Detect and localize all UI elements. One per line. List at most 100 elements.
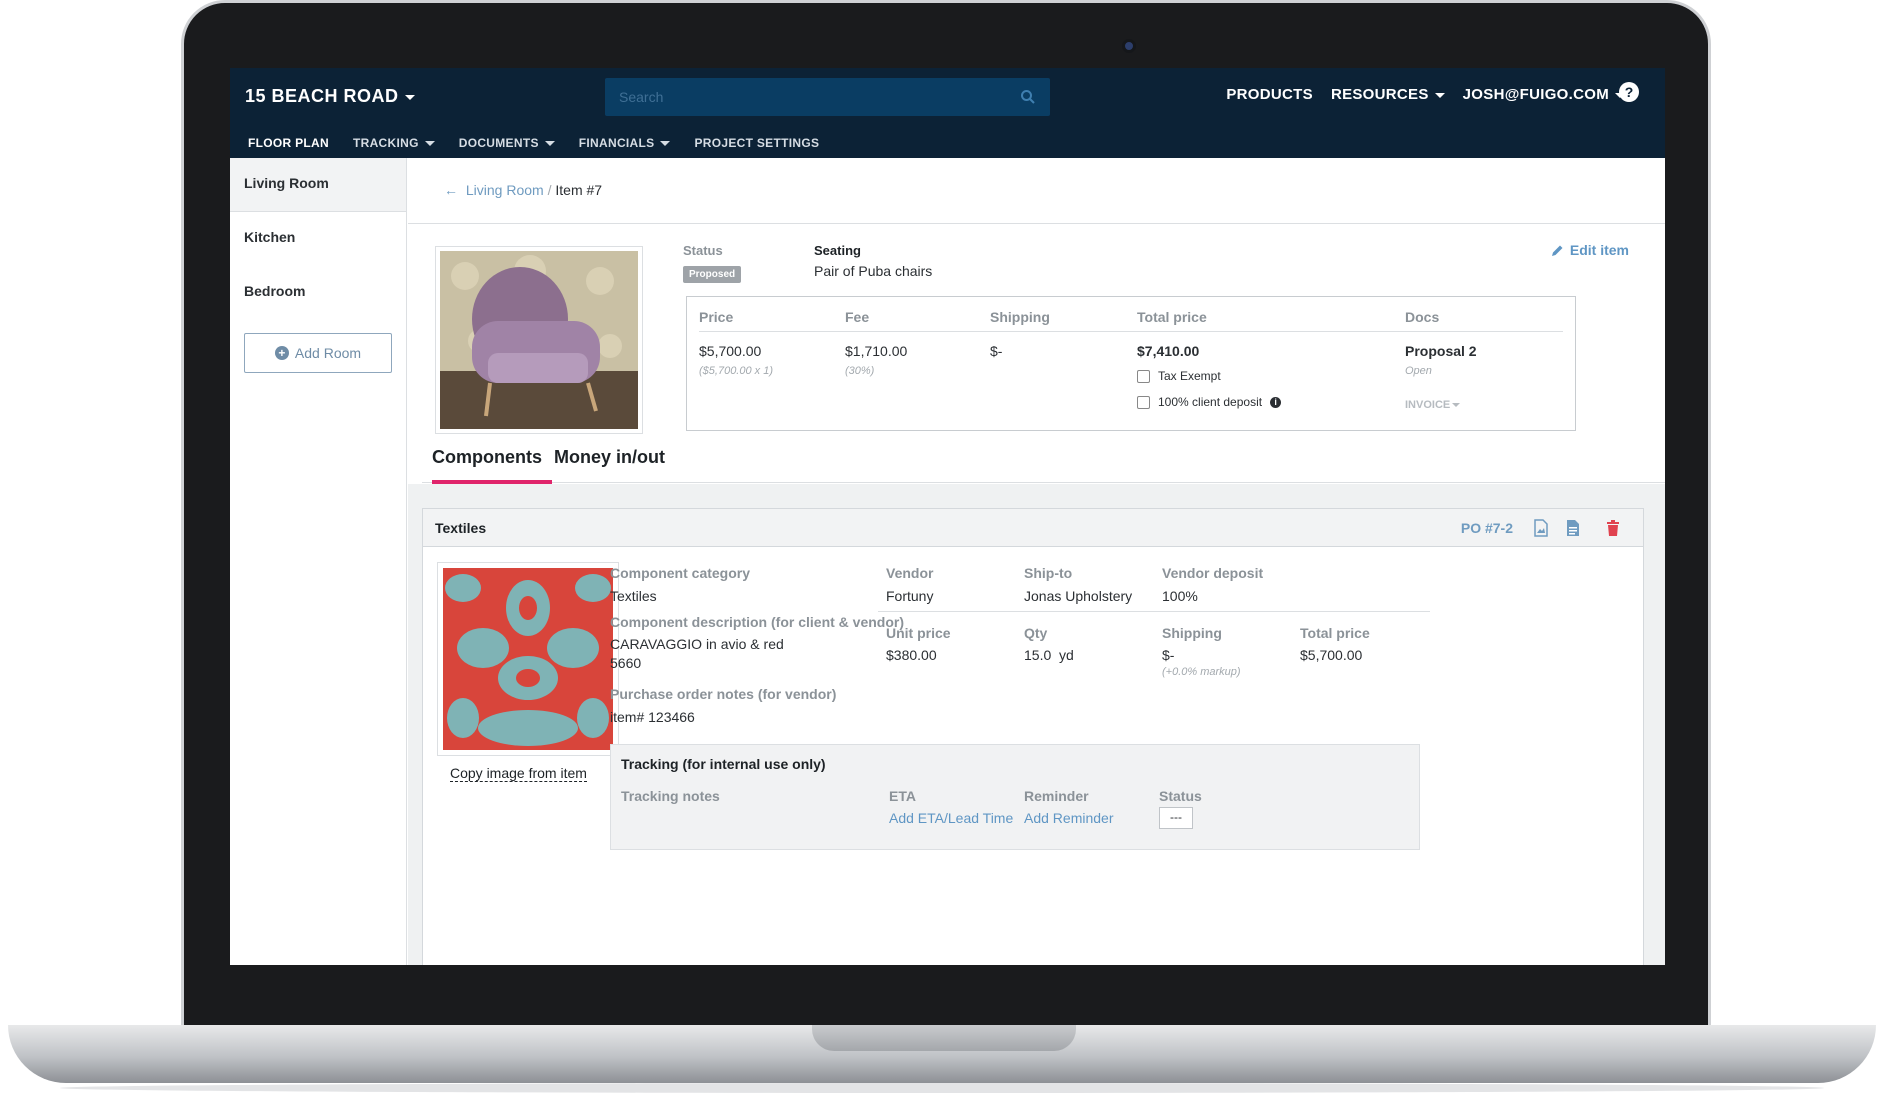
tab-financials[interactable]: FINANCIALS: [567, 126, 683, 162]
breadcrumb-current: Item #7: [555, 182, 603, 198]
total-header: Total price: [1137, 309, 1207, 325]
edit-item-button[interactable]: Edit item: [1551, 242, 1629, 258]
tax-exempt-checkbox[interactable]: Tax Exempt: [1137, 369, 1221, 383]
fee-value: $1,710.00: [845, 343, 908, 359]
breadcrumb: ← Living Room / Item #7: [408, 158, 1665, 224]
qty-value: 15.0 yd: [1024, 647, 1074, 663]
tab-project-settings[interactable]: PROJECT SETTINGS: [682, 126, 831, 162]
client-deposit-checkbox[interactable]: 100% client deposit i: [1137, 395, 1282, 409]
item-type: Seating: [814, 243, 861, 258]
unit-price-value: $380.00: [886, 647, 937, 663]
sidebar: Living Room Kitchen Bedroom + Add Room: [230, 158, 407, 965]
search-icon[interactable]: [1020, 89, 1036, 105]
add-room-label: Add Room: [294, 345, 362, 361]
add-reminder-link[interactable]: Add Reminder: [1024, 810, 1114, 826]
checkbox[interactable]: [1137, 395, 1150, 409]
po-link[interactable]: PO #7-2: [1461, 520, 1513, 536]
status-label: Status: [683, 243, 723, 258]
component-card: Textiles PO #7-2 Copy image from item Co…: [422, 508, 1644, 965]
search-bar: [605, 78, 1050, 116]
tracking-status-select[interactable]: ---: [1159, 807, 1193, 829]
item-name: Pair of Puba chairs: [814, 263, 933, 279]
main-content: ← Living Room / Item #7 Status Proposed: [408, 158, 1665, 965]
add-room-button[interactable]: + Add Room: [244, 333, 392, 373]
trash-icon[interactable]: [1605, 519, 1621, 537]
shipping-markup: (+0.0% markup): [1162, 666, 1241, 678]
vendor-value: Fortuny: [886, 588, 934, 604]
top-nav: PRODUCTS RESOURCES JOSH@FUIGO.COM: [1226, 86, 1625, 103]
shipping-label: Shipping: [1162, 625, 1222, 641]
pricing-table: Price $5,700.00 ($5,700.00 x 1) Fee $1,7…: [686, 296, 1576, 431]
item-image: [435, 246, 643, 434]
tab-documents[interactable]: DOCUMENTS: [447, 126, 567, 162]
sidebar-item-bedroom[interactable]: Bedroom: [230, 266, 406, 320]
armchair-image: [440, 251, 638, 429]
sub-nav: FLOOR PLAN TRACKING DOCUMENTS FINANCIALS…: [236, 126, 831, 162]
invoice-dropdown[interactable]: INVOICE: [1405, 399, 1461, 411]
add-eta-link[interactable]: Add ETA/Lead Time: [889, 810, 1013, 826]
top-bar: 15 BEACH ROAD PRODUCTS RESOURCES JOSH@FU…: [230, 68, 1665, 162]
help-icon[interactable]: ?: [1619, 82, 1639, 102]
po-notes-label: Purchase order notes (for vendor): [610, 686, 837, 702]
description-line-1: CARAVAGGIO in avio & red: [610, 636, 784, 652]
chevron-down-icon: [660, 141, 671, 147]
ship-to-value: Jonas Upholstery: [1024, 588, 1133, 604]
nav-products[interactable]: PRODUCTS: [1226, 86, 1313, 103]
project-switcher[interactable]: 15 BEACH ROAD: [245, 86, 415, 107]
tracking-title: Tracking (for internal use only): [621, 756, 826, 772]
category-label: Component category: [610, 565, 751, 581]
info-icon[interactable]: i: [1270, 396, 1282, 408]
copy-image-link[interactable]: Copy image from item: [450, 765, 587, 782]
chevron-down-icon: [1452, 403, 1461, 408]
breadcrumb-separator: /: [547, 182, 552, 198]
textile-swatch-image: [443, 568, 613, 750]
document-icon[interactable]: [1565, 519, 1581, 537]
sidebar-item-kitchen[interactable]: Kitchen: [230, 212, 406, 266]
docs-header: Docs: [1405, 309, 1440, 325]
category-value: Textiles: [610, 588, 657, 604]
shipping-value: $-: [1162, 647, 1175, 663]
item-tabs: Components Money in/out: [422, 433, 1665, 484]
po-notes-value: item# 123466: [610, 709, 695, 725]
tab-tracking[interactable]: TRACKING: [341, 126, 447, 162]
vendor-deposit-label: Vendor deposit: [1162, 565, 1264, 581]
component-divider: [878, 611, 1430, 612]
client-deposit-label: 100% client deposit: [1158, 395, 1263, 409]
status-badge: Proposed: [683, 266, 742, 283]
tab-money-in-out[interactable]: Money in/out: [554, 447, 665, 468]
image-file-icon[interactable]: [1533, 519, 1549, 537]
eta-label: ETA: [889, 788, 916, 804]
search-input[interactable]: [605, 78, 1005, 116]
components-panel: Textiles PO #7-2 Copy image from item Co…: [408, 484, 1665, 965]
total-value: $7,410.00: [1137, 343, 1200, 359]
shipping-value: $-: [990, 343, 1003, 359]
checkbox[interactable]: [1137, 369, 1150, 383]
breadcrumb-parent[interactable]: Living Room: [466, 182, 544, 198]
tab-floor-plan[interactable]: FLOOR PLAN: [236, 126, 341, 162]
laptop-notch: [812, 1025, 1076, 1051]
description-line-2: 5660: [610, 655, 642, 671]
tracking-notes-label: Tracking notes: [621, 788, 720, 804]
tab-components[interactable]: Components: [432, 447, 552, 484]
arrow-left-icon[interactable]: ←: [444, 182, 458, 198]
chevron-down-icon: [544, 141, 555, 147]
nav-resources[interactable]: RESOURCES: [1331, 86, 1445, 103]
laptop-shadow: [60, 1083, 1824, 1093]
tax-exempt-label: Tax Exempt: [1158, 369, 1221, 383]
nav-user-menu[interactable]: JOSH@FUIGO.COM: [1463, 86, 1625, 103]
total-price-label: Total price: [1300, 625, 1370, 641]
proposal-status: Open: [1405, 365, 1432, 377]
component-title: Textiles: [435, 520, 487, 536]
pencil-icon: [1551, 245, 1563, 256]
pricing-divider: [699, 331, 1563, 332]
chevron-down-icon: [424, 141, 435, 147]
edit-item-label: Edit item: [1569, 242, 1629, 258]
proposal-link[interactable]: Proposal 2: [1405, 343, 1477, 359]
component-header: Textiles PO #7-2: [423, 509, 1643, 547]
vendor-label: Vendor: [886, 565, 934, 581]
vendor-deposit-value: 100%: [1162, 588, 1198, 604]
sidebar-item-living-room[interactable]: Living Room: [230, 158, 406, 212]
price-sub: ($5,700.00 x 1): [699, 365, 773, 377]
ship-to-label: Ship-to: [1024, 565, 1073, 581]
price-header: Price: [699, 309, 734, 325]
